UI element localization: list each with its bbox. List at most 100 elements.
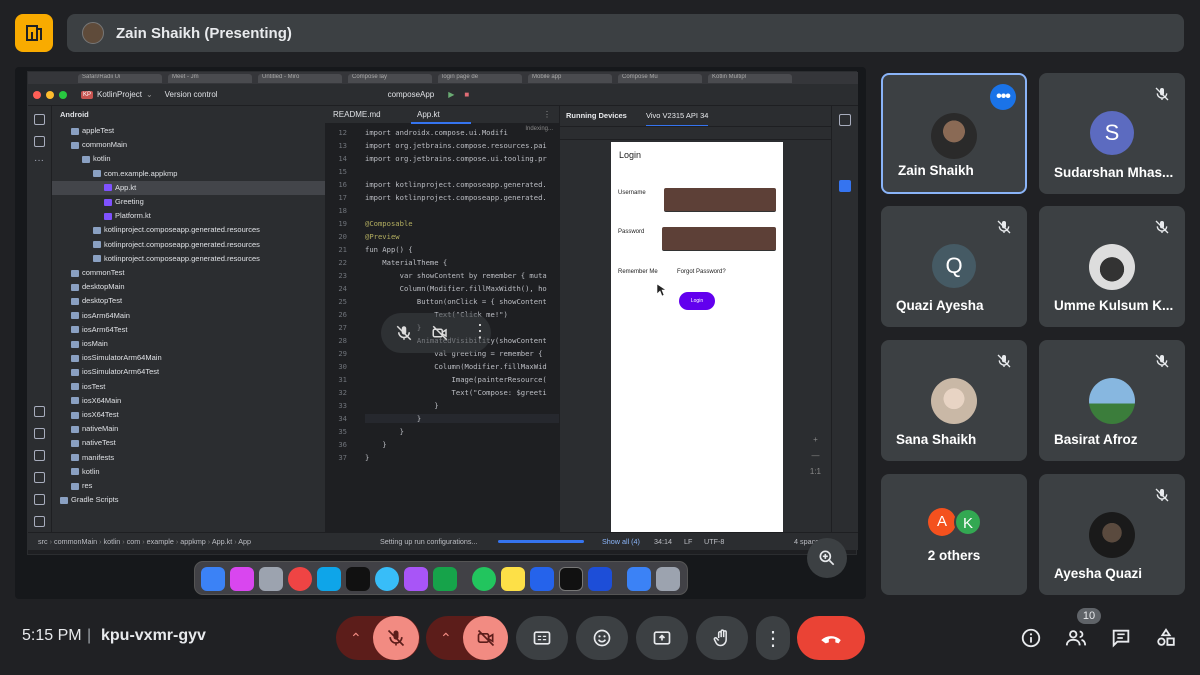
browser-tab[interactable]: Untitled - Miro bbox=[258, 74, 342, 83]
actual-size-control[interactable]: 1:1 bbox=[810, 464, 821, 480]
participant-tile[interactable]: A K 2 others bbox=[881, 474, 1027, 595]
participant-tile[interactable]: Ayesha Quazi bbox=[1039, 474, 1185, 595]
remember-me[interactable]: Remember Me bbox=[618, 269, 658, 275]
tree-item[interactable]: desktopTest bbox=[52, 294, 325, 308]
tab-options-icon[interactable]: ⋮ bbox=[543, 110, 551, 119]
device-tab[interactable]: Vivo V2315 API 34 bbox=[646, 111, 709, 127]
settings-icon[interactable] bbox=[259, 567, 283, 591]
breadcrumb-item[interactable]: App.kt bbox=[212, 537, 232, 546]
tree-item[interactable]: commonMain bbox=[52, 138, 325, 152]
tree-item[interactable]: iosSimulatorArm64Main bbox=[52, 351, 325, 365]
phone-login-button[interactable]: Login bbox=[679, 292, 715, 310]
tree-item[interactable]: kotlinproject.composeapp.generated.resou… bbox=[52, 223, 325, 237]
tree-item[interactable]: iosX64Test bbox=[52, 408, 325, 422]
meeting-details-button[interactable] bbox=[1017, 624, 1045, 652]
tree-item[interactable]: Gradle Scripts bbox=[52, 493, 325, 507]
problems-icon[interactable] bbox=[34, 472, 45, 483]
tree-item[interactable]: iosMain bbox=[52, 337, 325, 351]
show-all-tasks[interactable]: Show all (4) bbox=[602, 537, 640, 546]
browser-tab[interactable]: login page de bbox=[438, 74, 522, 83]
tab-readme[interactable]: README.md bbox=[333, 110, 381, 119]
more-options-button[interactable]: ••• bbox=[990, 84, 1016, 110]
activities-button[interactable] bbox=[1152, 624, 1180, 652]
debug-tool-icon[interactable] bbox=[34, 428, 45, 439]
run-icon[interactable]: ▶ bbox=[448, 90, 454, 99]
camera-toggle-button[interactable] bbox=[463, 616, 508, 660]
breadcrumb-item[interactable]: appkmp bbox=[180, 537, 206, 546]
participant-tile[interactable]: ••• Zain Shaikh bbox=[881, 73, 1027, 194]
simulator-icon[interactable] bbox=[588, 567, 612, 591]
more-options-button[interactable]: ⋮ bbox=[756, 616, 790, 660]
terminal-app-icon[interactable] bbox=[559, 567, 583, 591]
file-encoding[interactable]: UTF-8 bbox=[704, 537, 724, 546]
notifications-icon[interactable] bbox=[839, 114, 851, 126]
participant-tile[interactable]: Umme Kulsum K... bbox=[1039, 206, 1185, 327]
tree-item[interactable]: iosX64Main bbox=[52, 394, 325, 408]
phone-screen[interactable]: Login Username Password Remember Me Forg… bbox=[611, 142, 783, 532]
tree-item[interactable]: nativeMain bbox=[52, 422, 325, 436]
browser-tab[interactable]: Kotlin Multipl bbox=[708, 74, 792, 83]
xcode-icon[interactable] bbox=[530, 567, 554, 591]
zoom-presentation-button[interactable] bbox=[807, 538, 847, 578]
minimize-window-dot[interactable] bbox=[46, 90, 54, 99]
apple-tv-icon[interactable] bbox=[346, 567, 370, 591]
tree-item[interactable]: iosArm64Main bbox=[52, 309, 325, 323]
participant-tile[interactable]: Basirat Afroz bbox=[1039, 340, 1185, 461]
tree-item[interactable]: kotlinproject.composeapp.generated.resou… bbox=[52, 252, 325, 266]
password-field[interactable] bbox=[662, 227, 776, 251]
username-field[interactable] bbox=[664, 188, 776, 212]
zoom-in-control[interactable]: + bbox=[810, 432, 821, 448]
captions-button[interactable] bbox=[516, 616, 568, 660]
tree-item[interactable]: res bbox=[52, 479, 325, 493]
mic-off-icon[interactable] bbox=[395, 324, 413, 342]
tree-item[interactable]: desktopMain bbox=[52, 280, 325, 294]
project-view-icon[interactable] bbox=[34, 114, 45, 125]
app-store-icon[interactable] bbox=[317, 567, 341, 591]
tree-item[interactable]: kotlin bbox=[52, 152, 325, 166]
mic-toggle-button[interactable] bbox=[373, 616, 419, 660]
maximize-window-dot[interactable] bbox=[59, 90, 67, 99]
close-window-dot[interactable] bbox=[33, 90, 41, 99]
notes-icon[interactable] bbox=[501, 567, 525, 591]
figma-icon[interactable] bbox=[404, 567, 428, 591]
chat-button[interactable] bbox=[1107, 624, 1135, 652]
safari-icon[interactable] bbox=[375, 567, 399, 591]
chrome-icon[interactable] bbox=[288, 567, 312, 591]
tree-item[interactable]: manifests bbox=[52, 451, 325, 465]
browser-tab[interactable]: Compose lay bbox=[348, 74, 432, 83]
tree-item[interactable]: Platform.kt bbox=[52, 209, 325, 223]
terminal-icon[interactable] bbox=[34, 494, 45, 505]
vcs-menu[interactable]: Version control bbox=[165, 90, 218, 99]
people-button[interactable] bbox=[1062, 624, 1090, 652]
line-separator[interactable]: LF bbox=[684, 537, 692, 546]
raise-hand-button[interactable] bbox=[696, 616, 748, 660]
breadcrumb-item[interactable]: com bbox=[127, 537, 141, 546]
zoom-out-control[interactable]: — bbox=[810, 448, 821, 464]
build-tool-icon[interactable] bbox=[34, 450, 45, 461]
browser-tab[interactable]: Meet - Jm bbox=[168, 74, 252, 83]
present-button[interactable] bbox=[636, 616, 688, 660]
tab-app-kt[interactable]: App.kt bbox=[411, 106, 471, 124]
run-tool-icon[interactable] bbox=[34, 406, 45, 417]
tree-item[interactable]: com.example.appkmp bbox=[52, 167, 325, 181]
tree-item[interactable]: kotlinproject.composeapp.generated.resou… bbox=[52, 238, 325, 252]
breadcrumb-item[interactable]: kotlin bbox=[104, 537, 121, 546]
app-store-2-icon[interactable] bbox=[627, 567, 651, 591]
tree-item[interactable]: appleTest bbox=[52, 124, 325, 138]
browser-tab[interactable]: Safari/Radii Ui bbox=[78, 74, 162, 83]
tree-item[interactable]: Greeting bbox=[52, 195, 325, 209]
browser-tab[interactable]: Mobile app bbox=[528, 74, 612, 83]
breadcrumb-item[interactable]: commonMain bbox=[54, 537, 97, 546]
git-icon[interactable] bbox=[34, 516, 45, 527]
breadcrumb-item[interactable]: example bbox=[147, 537, 174, 546]
more-tools-icon[interactable]: ··· bbox=[34, 156, 45, 169]
participant-tile[interactable]: Q Quazi Ayesha bbox=[881, 206, 1027, 327]
whatsapp-icon[interactable] bbox=[472, 567, 496, 591]
run-config[interactable]: composeApp bbox=[388, 90, 435, 99]
launchpad-icon[interactable] bbox=[230, 567, 254, 591]
camera-off-icon[interactable] bbox=[431, 324, 449, 342]
tree-item[interactable]: iosTest bbox=[52, 380, 325, 394]
participant-tile[interactable]: Sana Shaikh bbox=[881, 340, 1027, 461]
leave-call-button[interactable] bbox=[797, 616, 865, 660]
more-options-icon[interactable]: ⋮ bbox=[471, 321, 489, 342]
